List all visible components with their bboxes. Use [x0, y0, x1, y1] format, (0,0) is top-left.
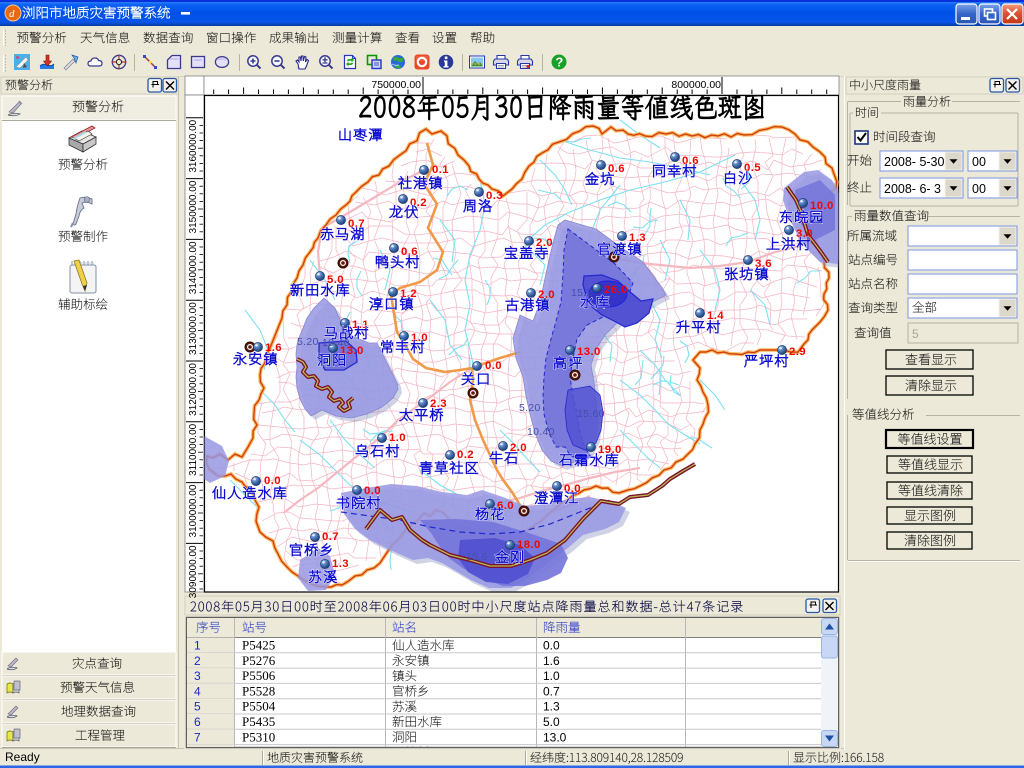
svg-text:2.9: 2.9 [789, 346, 806, 358]
svg-text:3150000.00: 3150000.00 [188, 180, 199, 233]
svg-text:P5504: P5504 [242, 699, 276, 714]
svg-text:5.20: 5.20 [297, 336, 319, 348]
svg-text:1.0: 1.0 [543, 669, 560, 683]
svg-text:00: 00 [972, 155, 986, 169]
svg-text:3140000.00: 3140000.00 [188, 241, 199, 294]
svg-text:?: ? [555, 55, 563, 70]
svg-text:3110000.00: 3110000.00 [188, 423, 199, 476]
svg-text:10.40: 10.40 [322, 337, 350, 349]
svg-text:15.2: 15.2 [571, 287, 593, 299]
svg-text:2008- 6- 3: 2008- 6- 3 [884, 182, 941, 196]
svg-text:0.2: 0.2 [457, 449, 474, 461]
svg-text:Ready: Ready [5, 750, 40, 764]
svg-text:1.3: 1.3 [543, 700, 560, 714]
svg-text:P5276: P5276 [242, 653, 276, 668]
svg-text:P5435: P5435 [242, 714, 275, 729]
svg-text:3.0: 3.0 [796, 228, 813, 240]
svg-text:2.0: 2.0 [536, 237, 553, 249]
svg-text:3120000.00: 3120000.00 [188, 363, 199, 416]
svg-text:P5506: P5506 [242, 668, 276, 683]
svg-text:26.0: 26.0 [604, 284, 628, 296]
svg-text:P5425: P5425 [242, 638, 275, 653]
svg-text:2008- 5-30: 2008- 5-30 [884, 155, 945, 169]
svg-text:0.6: 0.6 [608, 163, 625, 175]
svg-text:6: 6 [194, 715, 201, 729]
svg-text:0.7: 0.7 [543, 684, 560, 698]
svg-text:0.1: 0.1 [432, 164, 449, 176]
svg-text:0.0: 0.0 [364, 485, 381, 497]
svg-text:3130000.00: 3130000.00 [188, 302, 199, 355]
svg-text:0.7: 0.7 [322, 531, 339, 543]
svg-text:1.0: 1.0 [389, 432, 406, 444]
svg-text:3160000.00: 3160000.00 [188, 119, 199, 172]
svg-text:00: 00 [972, 182, 986, 196]
svg-text:10.40: 10.40 [527, 426, 555, 438]
svg-text:3: 3 [194, 669, 201, 683]
svg-text:3090000.00: 3090000.00 [188, 545, 199, 598]
svg-text:0.0: 0.0 [543, 639, 560, 653]
svg-text:1.6: 1.6 [543, 654, 560, 668]
svg-text:5: 5 [912, 327, 919, 341]
svg-text:0.0: 0.0 [485, 360, 502, 372]
svg-text:10.0: 10.0 [810, 200, 834, 212]
svg-text:750000.00: 750000.00 [371, 79, 421, 91]
svg-text:4: 4 [194, 684, 201, 698]
svg-text:15.6: 15.6 [466, 551, 488, 563]
svg-text:7: 7 [194, 730, 201, 744]
svg-text:1.3: 1.3 [332, 558, 349, 570]
svg-text:d: d [9, 8, 15, 20]
svg-text:18.0: 18.0 [517, 539, 541, 551]
svg-text:5.20: 5.20 [519, 402, 541, 414]
svg-text:2: 2 [194, 654, 201, 668]
svg-text:0.6: 0.6 [682, 155, 699, 167]
svg-text:5: 5 [194, 700, 201, 714]
svg-text:3100000.00: 3100000.00 [188, 484, 199, 537]
svg-text:13.0: 13.0 [543, 730, 567, 744]
svg-text:15.60: 15.60 [577, 408, 605, 420]
svg-text:P5528: P5528 [242, 683, 275, 698]
svg-text:P5310: P5310 [242, 729, 275, 744]
svg-text:0.0: 0.0 [264, 475, 281, 487]
svg-text:1: 1 [194, 639, 201, 653]
svg-text:800000.00: 800000.00 [671, 79, 721, 91]
svg-text:5.0: 5.0 [543, 715, 560, 729]
svg-text:13.0: 13.0 [577, 346, 601, 358]
